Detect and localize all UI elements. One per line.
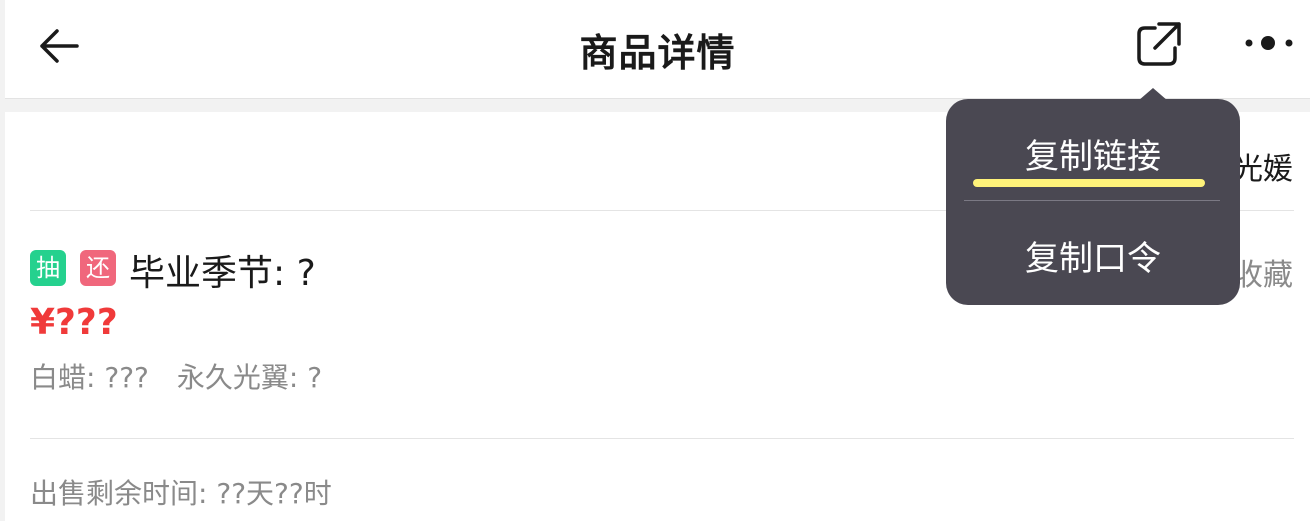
more-dots-icon	[1245, 36, 1293, 50]
more-button[interactable]	[1241, 24, 1297, 62]
share-button[interactable]	[1133, 18, 1185, 70]
attribute-item: 永久光翼: ?	[176, 361, 323, 394]
highlight-underline	[973, 179, 1205, 187]
remaining-time: 出售剩余时间: ??天??时	[30, 477, 332, 510]
product-price: ¥???	[30, 302, 118, 343]
share-menu: 复制链接 复制口令	[946, 99, 1240, 305]
product-attributes: 白蜡: ??? 永久光翼: ?	[30, 356, 322, 396]
copy-link-button[interactable]: 复制链接	[946, 129, 1240, 178]
copy-code-button[interactable]: 复制口令	[946, 231, 1240, 280]
top-nav-bar: 商品详情	[5, 0, 1310, 99]
partial-row-text: 光媛	[1233, 152, 1293, 187]
badge-draw: 抽	[30, 250, 66, 286]
menu-divider	[964, 200, 1220, 201]
page-title: 商品详情	[579, 31, 736, 75]
divider	[30, 438, 1294, 439]
attribute-item: 白蜡: ???	[30, 361, 149, 394]
product-name: 毕业季节: ?	[129, 253, 316, 294]
badge-return: 还	[80, 250, 116, 286]
share-external-icon	[1137, 22, 1181, 66]
